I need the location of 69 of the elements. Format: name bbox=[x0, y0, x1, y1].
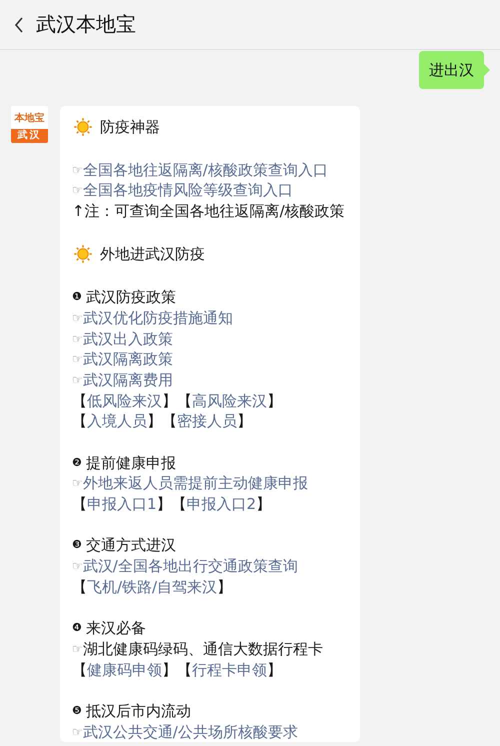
pointing-hand-icon: ☞ bbox=[72, 370, 83, 391]
note-text: 注：可查询全国各地往返隔离/核酸政策 bbox=[84, 201, 345, 222]
bracket: 】 bbox=[162, 390, 177, 412]
bracket: 【 bbox=[162, 411, 177, 432]
link[interactable]: 武汉/全国各地出行交通政策查询 bbox=[82, 556, 298, 577]
pointing-hand-icon: ☞ bbox=[72, 722, 83, 742]
message-bubble: 进出汉 bbox=[419, 51, 484, 89]
link[interactable]: 行程卡申领 bbox=[192, 660, 267, 680]
section-heading: 防疫神器 bbox=[100, 116, 160, 138]
link[interactable]: 申报入口2 bbox=[186, 494, 256, 515]
pointing-hand-icon: ☞ bbox=[72, 180, 83, 202]
bracket: 】 bbox=[267, 390, 282, 412]
bracket: 【 bbox=[72, 660, 87, 680]
bracket: 【 bbox=[72, 494, 87, 515]
logo-text: 本地宝 bbox=[13, 111, 46, 126]
number-bullet: ❺ bbox=[72, 702, 82, 719]
sun-icon bbox=[74, 245, 92, 264]
item-title: 抵汉后市内流动 bbox=[86, 700, 191, 722]
up-arrow-icon: ↑ bbox=[72, 201, 85, 222]
link[interactable]: 武汉优化防疫措施通知 bbox=[82, 308, 233, 329]
link[interactable]: 低风险来汉 bbox=[87, 390, 162, 412]
link[interactable]: 申报入口1 bbox=[87, 494, 157, 515]
pointing-hand-icon: ☞ bbox=[72, 556, 83, 577]
pointing-hand-icon: ☞ bbox=[72, 473, 83, 494]
item-title: 武汉防疫政策 bbox=[86, 287, 176, 308]
bracket: 【 bbox=[177, 660, 192, 680]
link[interactable]: 健康码申领 bbox=[87, 660, 162, 680]
bracket: 】 bbox=[162, 660, 177, 680]
bracket: 】 bbox=[156, 494, 172, 515]
bracket: 【 bbox=[177, 390, 192, 412]
chat-title: 武汉本地宝 bbox=[36, 11, 136, 38]
link[interactable]: 全国各地疫情风险等级查询入口 bbox=[82, 180, 293, 202]
number-bullet: ❶ bbox=[72, 289, 82, 306]
pointing-hand-icon: ☞ bbox=[72, 160, 83, 180]
number-bullet: ❷ bbox=[72, 454, 82, 471]
bracket: 【 bbox=[172, 494, 187, 515]
link[interactable]: 武汉隔离政策 bbox=[82, 349, 173, 370]
pointing-hand-icon: ☞ bbox=[72, 328, 83, 350]
link[interactable]: 武汉出入政策 bbox=[82, 328, 173, 350]
number-bullet: ❹ bbox=[72, 620, 82, 636]
pointing-hand-icon: ☞ bbox=[72, 638, 83, 660]
bracket: 】 bbox=[256, 494, 272, 515]
sun-icon bbox=[74, 118, 92, 136]
bracket: 【 bbox=[72, 390, 87, 412]
link[interactable]: 武汉隔离费用 bbox=[82, 370, 173, 391]
bracket: 】 bbox=[217, 576, 232, 598]
link[interactable]: 武汉公共交通/公共场所核酸要求 bbox=[82, 722, 298, 742]
number-bullet: ❸ bbox=[72, 537, 82, 554]
item-title: 提前健康申报 bbox=[86, 452, 176, 474]
link[interactable]: 外地来返人员需提前主动健康申报 bbox=[82, 473, 308, 494]
link[interactable]: 密接人员 bbox=[177, 411, 237, 432]
link[interactable]: 高风险来汉 bbox=[192, 390, 267, 412]
bracket: 】 bbox=[267, 660, 282, 680]
back-icon[interactable] bbox=[14, 16, 24, 32]
info-text: 湖北健康码绿码、通信大数据行程卡 bbox=[82, 638, 323, 660]
pointing-hand-icon: ☞ bbox=[72, 349, 83, 370]
bubble-tail bbox=[484, 64, 490, 76]
item-title: 来汉必备 bbox=[86, 618, 146, 639]
link[interactable]: 飞机/铁路/自驾来汉 bbox=[87, 576, 218, 598]
bracket: 【 bbox=[72, 576, 87, 598]
logo-text: 武汉 bbox=[11, 129, 48, 143]
link[interactable]: 入境人员 bbox=[87, 411, 147, 432]
bracket: 】 bbox=[237, 411, 252, 432]
bracket: 【 bbox=[72, 411, 87, 432]
section-heading: 外地进武汉防疫 bbox=[100, 244, 205, 265]
bracket: 】 bbox=[147, 411, 162, 432]
link[interactable]: 全国各地往返隔离/核酸政策查询入口 bbox=[82, 160, 328, 180]
item-title: 交通方式进汉 bbox=[86, 535, 176, 556]
pointing-hand-icon: ☞ bbox=[72, 308, 83, 329]
